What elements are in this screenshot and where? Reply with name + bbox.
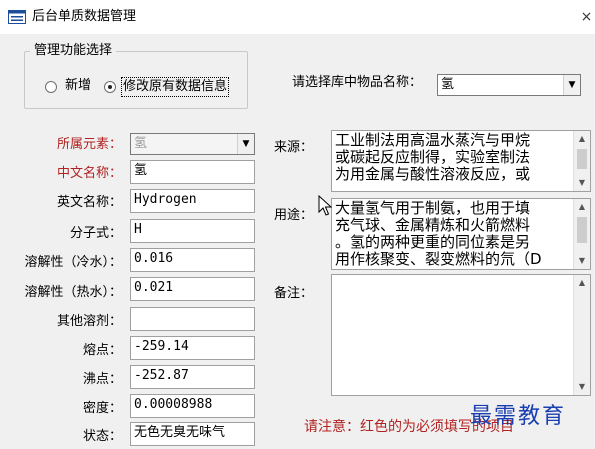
formula-field[interactable]: H (130, 219, 255, 243)
source-text: 工业制法用高温水蒸汽与甲烷 或碳起反应制得，实验室制法 为用金属与酸性溶液反应，… (335, 132, 531, 183)
scroll-up-icon[interactable]: ▲ (574, 131, 590, 147)
close-icon[interactable]: × (578, 8, 595, 26)
chevron-down-icon[interactable]: ▼ (237, 134, 254, 154)
remarks-scrollbar[interactable]: ▲ ▼ (573, 275, 590, 395)
scroll-down-icon[interactable]: ▼ (574, 379, 590, 395)
density-field[interactable]: 0.00008988 (130, 394, 255, 418)
radio-new-label[interactable]: 新增 (65, 77, 91, 95)
radio-new[interactable] (45, 81, 57, 93)
boiling-point-label: 沸点： (82, 372, 122, 387)
source-scrollbar[interactable]: ▲ ▼ (573, 131, 590, 191)
chinese-name-label: 中文名称： (56, 166, 122, 181)
element-dropdown[interactable]: 氢 ▼ (130, 133, 255, 155)
state-field[interactable]: 无色无臭无味气 (130, 422, 255, 446)
source-label: 来源： (274, 140, 314, 155)
scroll-thumb[interactable] (577, 149, 587, 169)
mode-group-legend: 管理功能选择 (30, 43, 117, 59)
chinese-name-field[interactable]: 氢 (130, 160, 255, 184)
item-select-value: 氢 (441, 77, 455, 92)
solubility-hot-label: 溶解性（热水）： (24, 285, 122, 300)
formula-label: 分子式： (69, 226, 122, 241)
window-title: 后台单质数据管理 (32, 9, 137, 24)
boiling-point-field[interactable]: -252.87 (130, 365, 255, 389)
scroll-up-icon[interactable]: ▲ (574, 199, 590, 215)
density-label: 密度： (82, 401, 122, 416)
remarks-label: 备注： (274, 286, 314, 301)
usage-scrollbar[interactable]: ▲ ▼ (573, 199, 590, 269)
radio-edit-existing-label[interactable]: 修改原有数据信息 (121, 77, 230, 97)
english-name-field[interactable]: Hydrogen (130, 189, 255, 213)
scroll-down-icon[interactable]: ▼ (574, 253, 590, 269)
item-select-label: 请选择库中物品名称： (292, 75, 423, 90)
solubility-cold-label: 溶解性（冷水）： (24, 255, 122, 270)
solubility-hot-field[interactable]: 0.021 (130, 277, 255, 301)
other-solvents-label: 其他溶剂： (56, 314, 122, 329)
element-value: 氢 (134, 136, 148, 151)
element-label: 所属元素： (56, 137, 122, 152)
app-window-icon (8, 10, 26, 24)
melting-point-label: 熔点： (82, 343, 122, 358)
usage-text: 大量氢气用于制氨，也用于填 充气球、金属精炼和火箭燃料 。氢的两种更重的同位素是… (335, 200, 542, 268)
item-select-dropdown[interactable]: 氢 ▼ (437, 74, 581, 96)
scroll-thumb[interactable] (577, 217, 587, 243)
watermark-logo: 最需教育 (470, 404, 567, 429)
english-name-label: 英文名称： (56, 195, 122, 210)
other-solvents-field[interactable] (130, 307, 255, 331)
radio-edit-existing[interactable] (104, 81, 116, 93)
usage-textarea[interactable]: 大量氢气用于制氨，也用于填 充气球、金属精炼和火箭燃料 。氢的两种更重的同位素是… (331, 198, 591, 270)
solubility-cold-field[interactable]: 0.016 (130, 248, 255, 272)
scroll-up-icon[interactable]: ▲ (574, 275, 590, 291)
usage-label: 用途： (274, 208, 314, 223)
melting-point-field[interactable]: -259.14 (130, 336, 255, 360)
chevron-down-icon[interactable]: ▼ (563, 75, 580, 95)
scroll-down-icon[interactable]: ▼ (574, 175, 590, 191)
state-label: 状态： (82, 429, 122, 444)
remarks-textarea[interactable]: ▲ ▼ (331, 274, 591, 396)
mouse-cursor-icon (318, 195, 332, 216)
source-textarea[interactable]: 工业制法用高温水蒸汽与甲烷 或碳起反应制得，实验室制法 为用金属与酸性溶液反应，… (331, 130, 591, 192)
